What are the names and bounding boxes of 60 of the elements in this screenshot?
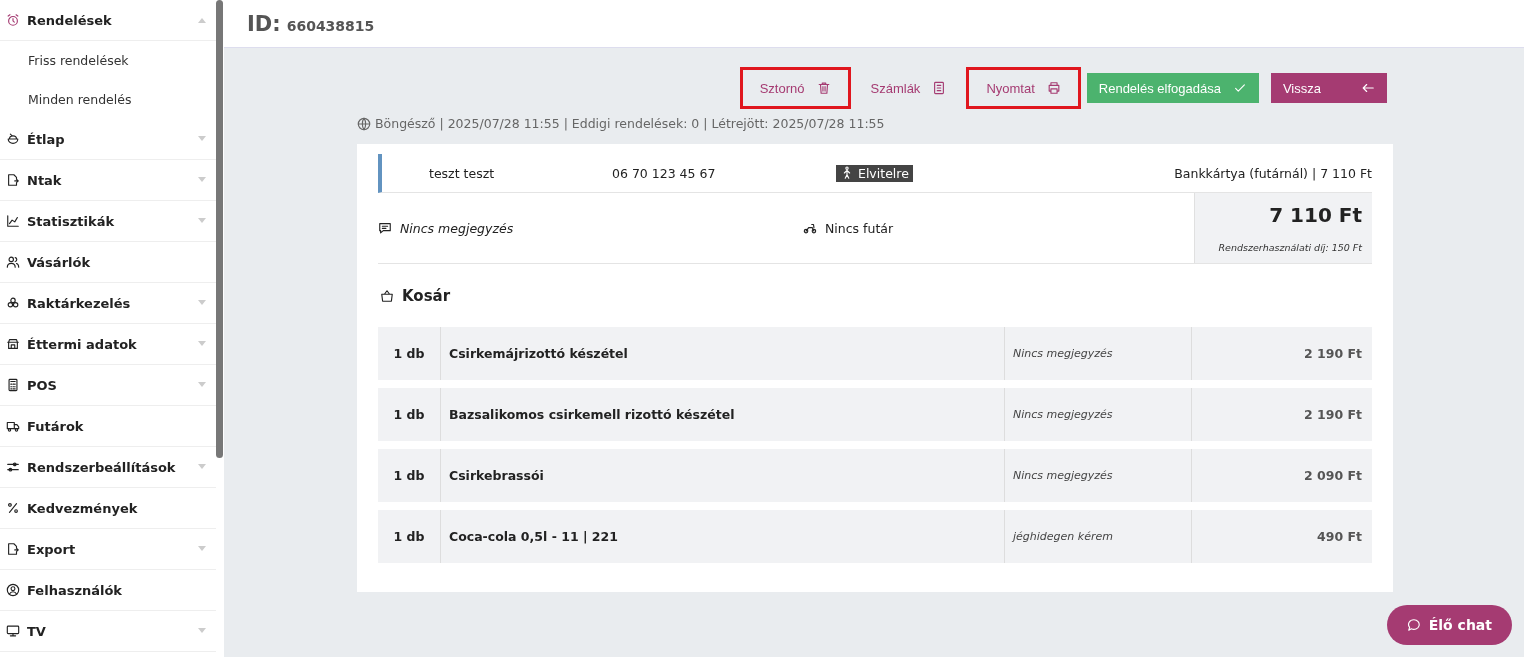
- back-button[interactable]: Vissza: [1270, 73, 1387, 103]
- user-circle-icon: [6, 583, 20, 597]
- monitor-icon: [6, 624, 20, 638]
- product-name: Csirkemájrizottó készétel: [448, 345, 629, 363]
- item-price: 490 Ft: [1316, 528, 1363, 546]
- quantity: 1 db: [378, 510, 441, 563]
- alarm-clock-icon: [6, 13, 20, 27]
- product-name: Bazsalikomos csirkemell rizottó készétel: [448, 406, 736, 424]
- item-note: Nincs megjegyzés: [1004, 449, 1192, 502]
- delivery-tag: Elvitelre: [836, 164, 913, 182]
- item-note: Nincs megjegyzés: [1004, 388, 1192, 441]
- cart-title: Kosár: [402, 287, 451, 305]
- sliders-icon: [6, 460, 20, 474]
- document-list-icon: [932, 81, 947, 95]
- delivery-truck-icon: [6, 419, 20, 433]
- quantity: 1 db: [378, 327, 441, 380]
- bowl-icon: [6, 132, 20, 146]
- basket-icon: [380, 289, 394, 303]
- sidebar-subitem[interactable]: Minden rendelés: [0, 80, 216, 119]
- quantity: 1 db: [378, 449, 441, 502]
- users-icon: [6, 255, 20, 269]
- order-id: 660438815: [286, 17, 375, 34]
- scooter-icon: [803, 221, 817, 235]
- item-price: 2 190 Ft: [1303, 345, 1363, 363]
- speech-bubble-icon: [1406, 618, 1421, 632]
- quantity: 1 db: [378, 388, 441, 441]
- left-arrow-icon: [1361, 81, 1375, 95]
- item-note: jéghidegen kérem: [1004, 510, 1192, 563]
- id-label: ID:: [247, 11, 281, 36]
- order-total: 7 110 Ft: [1269, 203, 1362, 227]
- document-export-icon: [6, 542, 20, 556]
- product-name: Csirkebrassói: [448, 467, 545, 485]
- sidebar-subitem[interactable]: Friss rendelések: [0, 41, 216, 80]
- globe-icon: [357, 116, 371, 131]
- live-chat-button[interactable]: Élő chat: [1386, 605, 1512, 645]
- checkmark-icon: [1232, 81, 1247, 95]
- comment-icon: [378, 221, 392, 235]
- courier-status: Nincs futár: [825, 220, 894, 236]
- service-fee: Rendszerhasználati díj: 150 Ft: [1218, 242, 1362, 253]
- line-chart-icon: [6, 214, 20, 228]
- boxes-icon: [6, 296, 20, 310]
- order-meta: Böngésző | 2025/07/28 11:55 | Eddigi rendelések: 0 | Létrejött: 2025/07/28 11:55: [375, 116, 885, 131]
- customer-name: teszt teszt: [428, 165, 496, 181]
- percent-icon: [6, 501, 20, 515]
- scrollbar-thumb[interactable]: [216, 0, 223, 458]
- document-export-icon: [6, 173, 20, 187]
- payment-info: Bankkártya (futárnál) | 7 110 Ft: [1174, 165, 1372, 181]
- item-price: 2 190 Ft: [1303, 406, 1363, 424]
- phone-number: 06 70 123 45 67: [612, 165, 717, 181]
- product-name: Coca-cola 0,5l - 11 | 221: [448, 528, 619, 546]
- action-button[interactable]: Nyomtat: [972, 73, 1075, 103]
- item-note: Nincs megjegyzés: [1004, 327, 1192, 380]
- storefront-icon: [6, 337, 20, 351]
- printer-icon: [1046, 81, 1061, 95]
- action-button[interactable]: Számlák: [856, 73, 961, 103]
- item-price: 2 090 Ft: [1303, 467, 1363, 485]
- action-button[interactable]: Sztornó: [745, 73, 845, 103]
- calculator-icon: [6, 378, 20, 392]
- trash-icon: [816, 81, 831, 95]
- order-note: Nincs megjegyzés: [400, 220, 514, 236]
